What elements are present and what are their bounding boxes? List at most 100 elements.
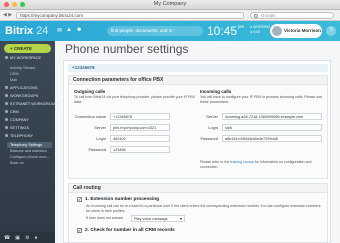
crm-check-label: 2. Check for number in all CRM records [85, 228, 175, 233]
notifications-icon[interactable]: ▲ [66, 27, 72, 34]
routing-block: Call routing ✓ 1. Extension number proces… [68, 183, 328, 242]
sidebar-item-icon [5, 134, 8, 137]
sidebar-item-telephony-settings[interactable]: Telephony Settings [7, 142, 52, 148]
crm-check-option[interactable]: ✓ 2. Check for number in all CRM records [77, 228, 175, 233]
connection-name-field[interactable]: +12345678 [110, 113, 170, 120]
sidebar-item-balance-and-statistics[interactable]: Balance and statistics [10, 149, 47, 153]
sidebar-item-label: CRM [10, 110, 19, 114]
sidebar-item-extranet-workgroups[interactable]: EXTRANET WORKGROUPS [5, 102, 60, 106]
main-content: Phone number settings +12345678 Connecti… [55, 41, 340, 243]
logo-number: 24 [36, 25, 49, 37]
form-row: Login sip6 [200, 124, 324, 131]
outgoing-title: Outgoing calls [74, 89, 106, 94]
sidebar-item-label: Telephony Settings [10, 143, 43, 147]
sidebar-item-label: Configure phone num... [10, 155, 50, 159]
user-menu[interactable]: Victoria Morrison [270, 24, 322, 38]
sidebar: + CREATE MY WORKSPACE Activity Stream CRM M… [0, 41, 60, 243]
sidebar-item-activity-stream[interactable]: Activity Stream [10, 66, 35, 70]
settings-icon[interactable]: ⚙ [25, 235, 29, 241]
sidebar-item-label: TELEPHONY [10, 134, 33, 138]
create-button[interactable]: + CREATE [4, 44, 51, 53]
header-icons: ✉ ▲ ☻ [57, 27, 82, 34]
sidebar-item-label: APPLICATIONS [10, 86, 38, 90]
incoming-note: Please refer to the training course for … [200, 160, 324, 169]
sidebar-item-telephony[interactable]: TELEPHONY [5, 134, 33, 138]
avatar [272, 26, 282, 36]
outgoing-section: Outgoing calls To call from Bitrix24 via… [74, 89, 198, 153]
password-field[interactable]: a8b161e43f4d4fa5e4e7299d48 [222, 135, 322, 142]
url-field[interactable]: https://mycompany.bitrix24.com [16, 12, 244, 19]
page-title: Phone number settings [65, 42, 189, 56]
help-button[interactable]: ? [326, 26, 336, 36]
form-row: Login 462402 [74, 135, 198, 142]
form-row: Password 123456 [74, 146, 198, 153]
users-icon[interactable]: ☻ [76, 27, 82, 34]
sidebar-item-label: Balance and statistics [10, 149, 47, 153]
routing-heading: Call routing [69, 184, 327, 193]
extension-description: An incoming call can be re-routed to a p… [86, 204, 321, 213]
chat-icon[interactable]: ✉ [57, 27, 62, 34]
field-label: Login [96, 136, 106, 141]
sidebar-item-my-workspace[interactable]: MY WORKSPACE [5, 56, 41, 60]
sidebar-item-label: CRM [10, 72, 19, 76]
portal-search-input[interactable]: find people, documents, and m [107, 26, 203, 36]
field-label: Password [88, 147, 106, 152]
no-answer-select-value: Play voice message [134, 217, 168, 221]
search-icon [254, 14, 258, 18]
sidebar-item-applications[interactable]: APPLICATIONS [5, 86, 37, 90]
status-icon[interactable]: ● [34, 235, 37, 241]
outgoing-text: To call from Bitrix24 via your telephony… [74, 95, 196, 104]
phone-icon[interactable]: ☎ [4, 235, 10, 241]
form-row: Password a8b161e43f4d4fa5e4e7299d48 [200, 135, 324, 142]
app-window: My Company ◀ ▶ https://mycompany.bitrix2… [0, 0, 340, 243]
sidebar-item-configure-phone-num[interactable]: Configure phone num... [10, 155, 50, 159]
screen-icon[interactable]: ▣ [15, 235, 20, 241]
sidebar-item-label: Mail [10, 78, 17, 82]
logo-text: Bitrix [5, 25, 34, 37]
extension-checkbox[interactable]: ✓ [77, 197, 82, 202]
connection-block: Connection parameters for office PBX Out… [68, 75, 328, 179]
sidebar-item-company[interactable]: COMPANY [5, 118, 29, 122]
connection-heading: Connection parameters for office PBX [69, 76, 327, 85]
clock: 10:45pm [207, 24, 244, 38]
sidebar-item-label: MY WORKSPACE [10, 56, 42, 60]
sidebar-item-settings[interactable]: SETTINGS [5, 126, 29, 130]
form-row: Connection name +12345678 [74, 113, 198, 120]
field-label: Server [206, 114, 218, 119]
sidebar-item-label: WORKGROUPS [10, 94, 39, 98]
server-field[interactable]: pbx.myompany.com:4321 [110, 124, 170, 131]
sidebar-item-icon [5, 110, 8, 113]
note-prefix: Please refer to the [200, 160, 230, 164]
browser-nav-arrows-icon[interactable]: ◀ ▶ [3, 12, 12, 18]
window-title: My Company [153, 1, 187, 7]
sidebar-item-crm[interactable]: CRM [10, 72, 19, 76]
bitrix-logo[interactable]: Bitrix 24 [5, 25, 48, 37]
work-status[interactable]: ● WORKING ● 0:00 [250, 25, 270, 35]
login-field[interactable]: 462402 [110, 135, 170, 142]
sidebar-item-label: Activity Stream [10, 66, 36, 70]
crm-checkbox[interactable]: ✓ [77, 228, 82, 233]
training-course-link[interactable]: training course [230, 160, 254, 164]
app-header: Bitrix 24 ✉ ▲ ☻ find people, documents, … [0, 21, 340, 41]
field-label: Server [94, 125, 106, 130]
sidebar-item-icon [5, 118, 8, 121]
server-field[interactable]: incoming.a28-7218-1380999980.example.com [222, 113, 322, 120]
sidebar-item-crm[interactable]: CRM [5, 110, 19, 114]
extension-label: 1. Extension number processing [85, 197, 160, 202]
sidebar-item-workgroups[interactable]: WORKGROUPS [5, 94, 38, 98]
sidebar-item-mail[interactable]: Mail [10, 78, 17, 82]
sidebar-item-label: Back on [10, 161, 24, 165]
field-label: Connection name [74, 114, 106, 119]
work-time-line: ● 0:00 [250, 30, 260, 34]
no-answer-select[interactable]: Play voice message ▾ [131, 215, 185, 222]
sidebar-item-back-on[interactable]: Back on [10, 161, 24, 165]
login-field[interactable]: sip6 [222, 124, 322, 131]
password-field[interactable]: 123456 [110, 146, 170, 153]
phone-number-tab[interactable]: +12345678 [68, 64, 328, 72]
field-label: Login [208, 125, 218, 130]
browser-search-field[interactable]: Google [250, 12, 334, 19]
extension-processing-option[interactable]: ✓ 1. Extension number processing [77, 197, 159, 202]
field-label: Password [200, 136, 218, 141]
window-titlebar: My Company [0, 0, 340, 10]
browser-toolbar: ◀ ▶ https://mycompany.bitrix24.com Googl… [0, 10, 340, 21]
